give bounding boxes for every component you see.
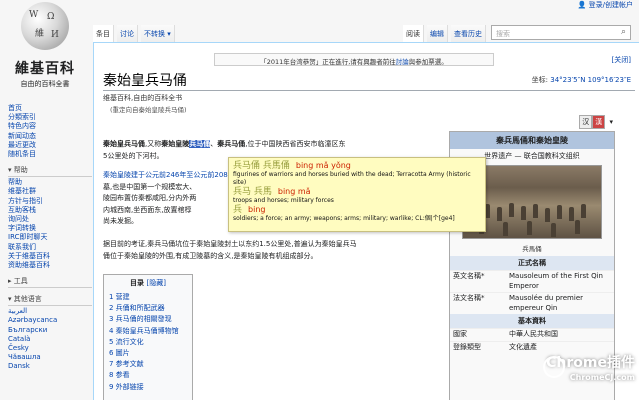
login-link[interactable]: 👤 登录/创建帐户	[578, 0, 633, 10]
tab-variant[interactable]: 不转换 ▾	[141, 25, 175, 42]
lang-link[interactable]: Català	[8, 335, 92, 344]
triangle-right-icon: ▸	[8, 277, 12, 286]
triangle-down-icon: ▾	[8, 166, 12, 175]
watermark: Chrome插件 ChromeCJ.com	[543, 352, 635, 394]
toc-item[interactable]: 3 兵马俑的相關發现	[109, 314, 187, 325]
sidebar-item-about[interactable]: 关于维基百科	[8, 252, 92, 261]
sidebar-item-policy[interactable]: 方针与指引	[8, 197, 92, 206]
wikipedia-logo[interactable]: W Ω 維 И 維基百科 自由的百科全書	[6, 2, 84, 92]
infobox-row: 英文名稱* Mausoleum of the First Qin Emperor	[450, 270, 614, 292]
search-placeholder: 搜索	[496, 30, 510, 38]
tab-read[interactable]: 阅读	[403, 25, 424, 42]
toc-toggle[interactable]: [隐藏]	[146, 279, 165, 287]
watermark-logo-icon	[543, 356, 565, 378]
redirect-note: (重定向自秦始皇陵兵马俑)	[110, 106, 187, 114]
user-icon: 👤	[577, 1, 587, 9]
globe-icon: W Ω 維 И	[21, 2, 69, 50]
lang-link[interactable]: Чӑвашла	[8, 353, 92, 362]
lang-link[interactable]: Česky	[8, 344, 92, 353]
tab-article[interactable]: 条目	[93, 25, 114, 42]
page-title: 秦始皇兵马俑	[103, 73, 187, 89]
image-caption: 兵馬俑	[522, 245, 542, 253]
sidebar-item-recent-changes[interactable]: 最近更改	[8, 141, 92, 150]
selected-word[interactable]: 兵马俑	[189, 140, 211, 148]
page-tabs: 条目 讨论 不转换 ▾ 阅读 编辑 查看历史 搜索 ⌕	[93, 25, 639, 42]
lang-link[interactable]: Azərbaycanca	[8, 316, 92, 325]
sidebar: 首页 分類索引 特色内容 新闻动态 最近更改 随机条目 ▾ 帮助 帮助 维基社群…	[8, 104, 92, 372]
sidebar-item-contact[interactable]: 联系我们	[8, 243, 92, 252]
infobox-row: 國家 中華人民共和国	[450, 328, 614, 341]
lang-link[interactable]: Български	[8, 326, 92, 335]
location-paragraph: 据目前的考证,秦兵马俑坑位于秦始皇陵封土以东约1.5公里处,普遍认为秦始皇兵马 …	[103, 240, 357, 260]
site-subtitle: 维基百科,自由的百科全书	[103, 94, 183, 102]
sidebar-item-random[interactable]: 随机条目	[8, 150, 92, 159]
lang-link[interactable]: Dansk	[8, 362, 92, 371]
sidebar-item-featured[interactable]: 特色内容	[8, 122, 92, 131]
tab-talk[interactable]: 讨论	[117, 25, 138, 42]
sidebar-item-village-pump[interactable]: 互助客栈	[8, 206, 92, 215]
variant-simplified[interactable]: 汉	[579, 115, 593, 129]
toc-item[interactable]: 9 外部链接	[109, 382, 187, 393]
variant-switcher: 汉漢 ▾	[579, 115, 615, 129]
infobox-section: 基本資料	[450, 314, 614, 328]
toc-title: 目录	[130, 279, 145, 287]
sidebar-section-tools[interactable]: ▸ 工具	[8, 276, 92, 289]
notice-close-button[interactable]: [关闭]	[612, 55, 631, 65]
sidebar-item-donate[interactable]: 资助维基百科	[8, 261, 92, 270]
sidebar-section-help[interactable]: ▾ 帮助	[8, 165, 92, 178]
dict-entry: 兵 bing soldiers; a force; an army; weapon…	[233, 205, 455, 222]
variant-traditional[interactable]: 漢	[592, 115, 606, 129]
notice-link[interactable]: 討論	[396, 58, 409, 66]
infobox-section: 正式名稱	[450, 256, 614, 270]
dictionary-popup: 兵马俑 兵馬俑 bing mǎ yǒng figurines of warrior…	[228, 157, 486, 232]
toc-item[interactable]: 2 兵俑和所配武器	[109, 303, 187, 314]
toc-item[interactable]: 8 参看	[109, 370, 187, 381]
sidebar-section-languages[interactable]: ▾ 其他语言	[8, 294, 92, 307]
tab-edit[interactable]: 编辑	[427, 25, 448, 42]
toc-item[interactable]: 4 秦始皇兵马俑博物馆	[109, 326, 187, 337]
title-divider	[103, 90, 635, 91]
search-icon[interactable]: ⌕	[621, 27, 626, 37]
search-input[interactable]: 搜索 ⌕	[491, 25, 631, 40]
infobox-title: 秦兵馬俑和秦始皇陵	[450, 132, 614, 149]
coordinates[interactable]: 坐标: 34°23′5″N 109°16′23″E	[532, 75, 631, 85]
chevron-down-icon[interactable]: ▾	[607, 117, 615, 127]
toc-item[interactable]: 6 圖片	[109, 348, 187, 359]
sidebar-item-news[interactable]: 新闻动态	[8, 132, 92, 141]
sidebar-item-community[interactable]: 维基社群	[8, 187, 92, 196]
site-tagline: 自由的百科全書	[20, 80, 70, 88]
triangle-down-icon: ▾	[8, 295, 12, 304]
toc-item[interactable]: 1 营建	[109, 292, 187, 303]
toc-item[interactable]: 7 参考文献	[109, 359, 187, 370]
table-of-contents: 目录 [隐藏] 1 营建 2 兵俑和所配武器 3 兵马俑的相關發现 4 秦始皇兵…	[103, 274, 193, 400]
lang-link[interactable]: العربية	[8, 307, 92, 316]
infobox-row: 法文名稱* Mausolée du premier empereur Qin	[450, 292, 614, 314]
site-notice: 「2011年台湾恭贺」正在進行,请有興趣者前往討論與参加票選。	[214, 53, 494, 66]
tab-history[interactable]: 查看历史	[451, 25, 486, 42]
sidebar-item-reference-desk[interactable]: 询问处	[8, 215, 92, 224]
toc-item[interactable]: 5 流行文化	[109, 337, 187, 348]
site-name: 維基百科	[15, 61, 75, 77]
dict-entry: 兵马俑 兵馬俑 bing mǎ yǒng figurines of warrior…	[233, 161, 471, 186]
sidebar-item-irc[interactable]: IRC即时聊天	[8, 233, 92, 242]
sidebar-item-home[interactable]: 首页	[8, 104, 92, 113]
dict-entry: 兵马 兵馬 bing mǎ troops and horses; military…	[233, 187, 334, 204]
main-content: 「2011年台湾恭贺」正在進行,请有興趣者前往討論與参加票選。 [关闭] 秦始皇…	[93, 42, 639, 400]
